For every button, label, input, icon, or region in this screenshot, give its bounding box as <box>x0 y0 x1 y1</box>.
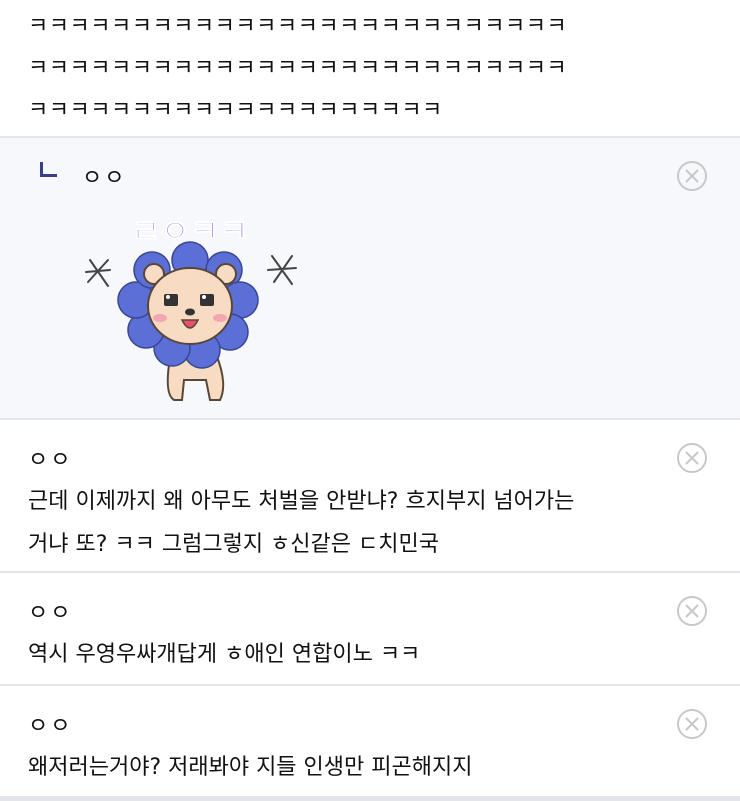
post-body: ㅋㅋㅋㅋㅋㅋㅋㅋㅋㅋㅋㅋㅋㅋㅋㅋㅋㅋㅋㅋㅋㅋㅋㅋㅋㅋ ㅋㅋㅋㅋㅋㅋㅋㅋㅋㅋㅋㅋㅋ… <box>28 6 718 132</box>
comment-body: 역시 우영우싸개답게 ㅎ애인 연합이노 ㅋㅋ <box>28 633 728 676</box>
comment: ㅇㅇ 역시 우영우싸개답게 ㅎ애인 연합이노 ㅋㅋ <box>0 571 740 684</box>
lion-flower-sticker: ㄹㅇㅋㅋ <box>85 212 297 401</box>
comment-text-line: 역시 우영우싸개답게 ㅎ애인 연합이노 ㅋㅋ <box>28 642 421 667</box>
comment-body: 왜저러는거야? 저래봐야 지들 인생만 피곤해지지 <box>28 746 728 789</box>
comment: ㅇㅇ 왜저러는거야? 저래봐야 지들 인생만 피곤해지지 <box>0 684 740 796</box>
comment-body: 근데 이제까지 왜 아무도 처벌을 안받냐? 흐지부지 넘어가는 거냐 또? ㅋ… <box>28 480 728 566</box>
post-text-line: ㅋㅋㅋㅋㅋㅋㅋㅋㅋㅋㅋㅋㅋㅋㅋㅋㅋㅋㅋㅋㅋㅋㅋㅋㅋㅋ <box>28 14 568 39</box>
post-text-line: ㅋㅋㅋㅋㅋㅋㅋㅋㅋㅋㅋㅋㅋㅋㅋㅋㅋㅋㅋㅋ <box>28 98 443 123</box>
close-circle-icon[interactable] <box>676 442 708 474</box>
comment-text-line: 근데 이제까지 왜 아무도 처벌을 안받냐? 흐지부지 넘어가는 <box>28 489 575 514</box>
comment-author[interactable]: ㅇㅇ <box>28 708 72 740</box>
reply-comment: ㅇㅇ ㄹㅇㅋㅋ <box>0 136 740 418</box>
comment-author[interactable]: ㅇㅇ <box>82 160 126 192</box>
close-circle-icon[interactable] <box>676 595 708 627</box>
divider <box>0 796 740 801</box>
close-circle-icon[interactable] <box>676 160 708 192</box>
comment-text-line: 왜저러는거야? 저래봐야 지들 인생만 피곤해지지 <box>28 755 473 780</box>
close-circle-icon[interactable] <box>676 708 708 740</box>
comment-author[interactable]: ㅇㅇ <box>28 442 72 474</box>
comment-text-line: 거냐 또? ㅋㅋ 그럼그렇지 ㅎ신같은 ㄷ치민국 <box>28 532 439 557</box>
reply-arrow-icon <box>40 162 57 177</box>
post-text-line: ㅋㅋㅋㅋㅋㅋㅋㅋㅋㅋㅋㅋㅋㅋㅋㅋㅋㅋㅋㅋㅋㅋㅋㅋㅋㅋ <box>28 56 568 81</box>
comment-author[interactable]: ㅇㅇ <box>28 595 72 627</box>
comment: ㅇㅇ 근데 이제까지 왜 아무도 처벌을 안받냐? 흐지부지 넘어가는 거냐 또… <box>0 418 740 571</box>
